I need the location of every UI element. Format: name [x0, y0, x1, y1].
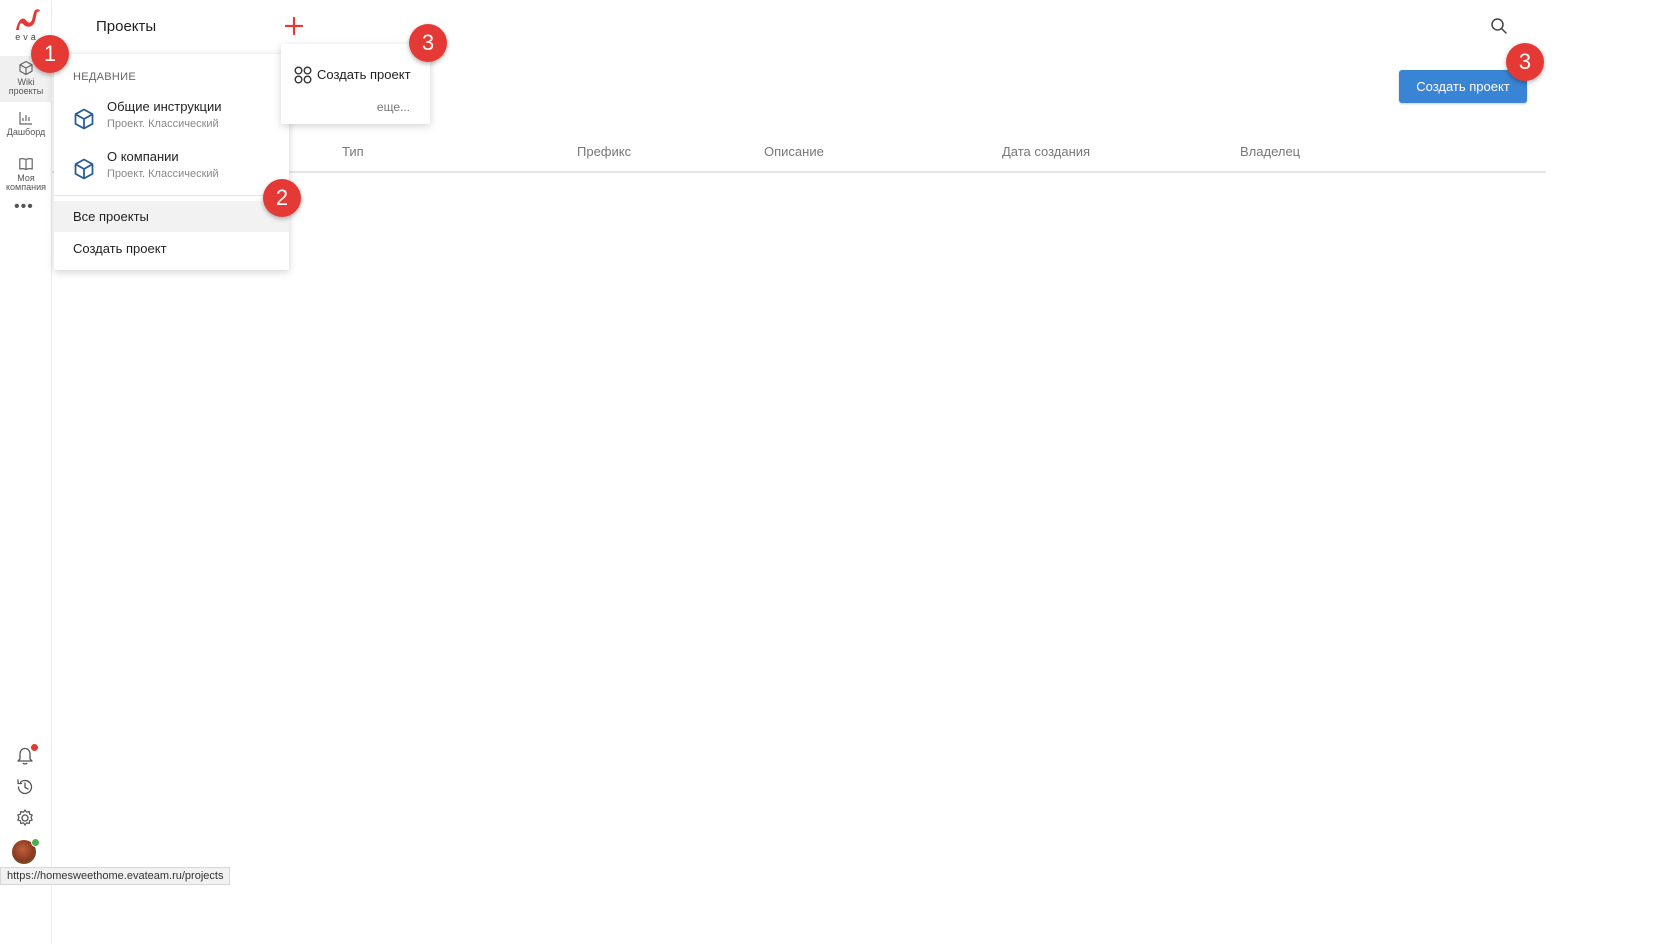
- rail-item-my-company[interactable]: Моя компания: [0, 156, 52, 198]
- create-popup: Создать проект еще...: [281, 44, 430, 124]
- status-bar-url: https://homesweethome.evateam.ru/project…: [0, 867, 231, 885]
- app-window: eva Wiki проекты Дашборд Моя компания ••…: [0, 0, 1672, 944]
- recent-project-name: О компании: [107, 149, 179, 164]
- chart-icon: [19, 112, 32, 125]
- dino-logo-icon: [16, 9, 40, 30]
- search-button[interactable]: [1489, 16, 1509, 36]
- column-header-type[interactable]: Тип: [342, 144, 364, 159]
- recent-section-title: НЕДАВНИЕ: [73, 71, 136, 83]
- create-project-menu-item[interactable]: Создать проект: [54, 233, 289, 264]
- notification-dot: [31, 744, 38, 751]
- column-header-prefix[interactable]: Префикс: [577, 144, 631, 159]
- notifications-button[interactable]: [14, 744, 38, 768]
- all-projects-menu-item[interactable]: Все проекты: [54, 201, 289, 232]
- rail-item-label: Wiki проекты: [8, 77, 44, 96]
- plus-icon: [284, 16, 304, 36]
- search-icon: [1491, 18, 1507, 34]
- page-title: Проекты: [96, 18, 157, 35]
- annotation-badge: 2: [263, 179, 301, 217]
- recent-project-type: Проект. Классический: [107, 168, 219, 180]
- settings-button[interactable]: [14, 807, 38, 831]
- create-project-button[interactable]: Создать проект: [1399, 70, 1527, 103]
- recent-project-item[interactable]: О компании Проект. Классический: [54, 149, 289, 195]
- online-status-dot: [31, 838, 40, 847]
- annotation-badge: 3: [1506, 43, 1544, 81]
- column-header-created-date[interactable]: Дата создания: [1002, 144, 1090, 159]
- history-button[interactable]: [14, 776, 38, 800]
- book-icon: [19, 158, 33, 171]
- more-icon[interactable]: •••: [14, 199, 38, 217]
- menu-divider: [54, 195, 289, 196]
- left-rail: eva Wiki проекты Дашборд Моя компания ••…: [0, 0, 52, 944]
- history-icon: [17, 779, 33, 795]
- gear-icon: [17, 809, 33, 826]
- recent-project-item[interactable]: Общие инструкции Проект. Классический: [54, 99, 289, 145]
- cube-icon: [19, 60, 33, 76]
- project-cube-icon: [74, 158, 94, 180]
- annotation-badge: 3: [409, 24, 447, 62]
- add-button[interactable]: [282, 14, 306, 38]
- recent-project-name: Общие инструкции: [107, 99, 222, 114]
- annotation-badge: 1: [31, 35, 69, 73]
- recent-project-type: Проект. Классический: [107, 118, 219, 130]
- rail-item-dashboard[interactable]: Дашборд: [0, 108, 52, 148]
- project-cube-icon: [74, 108, 94, 130]
- grid-icon: [294, 66, 312, 84]
- popup-create-project-label: Создать проект: [317, 67, 411, 82]
- user-avatar[interactable]: [12, 838, 40, 864]
- rail-item-label: Моя компания: [6, 173, 46, 192]
- column-header-description[interactable]: Описание: [764, 144, 824, 159]
- column-header-owner[interactable]: Владелец: [1240, 144, 1300, 159]
- rail-item-label: Дашборд: [6, 127, 46, 137]
- popup-create-project-item[interactable]: Создать проект: [293, 64, 423, 86]
- projects-dropdown-menu: НЕДАВНИЕ Общие инструкции Проект. Класси…: [54, 54, 289, 270]
- popup-more-link[interactable]: еще...: [377, 100, 410, 114]
